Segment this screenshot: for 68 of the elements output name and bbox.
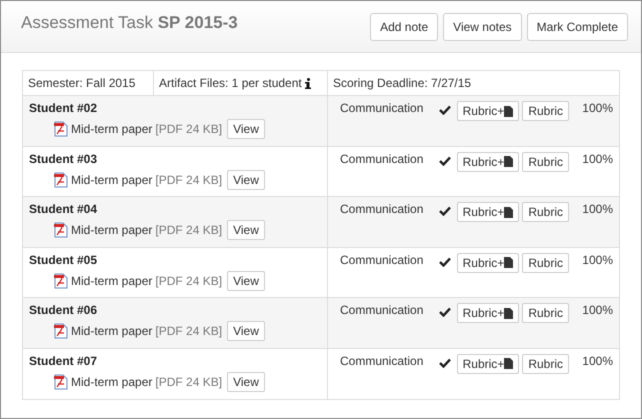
criterion-label: Communication <box>340 252 424 266</box>
view-button[interactable]: View <box>227 220 265 240</box>
document-icon <box>504 206 514 218</box>
pdf-file-icon <box>54 172 68 188</box>
criterion-label: Communication <box>340 202 424 216</box>
score-label: 100% <box>581 152 613 166</box>
document-icon <box>504 257 514 268</box>
student-name: Student #05 <box>29 252 98 266</box>
document-icon <box>504 106 514 116</box>
pdf-file-icon <box>54 121 68 137</box>
file-name: Mid-term paper <box>71 122 152 136</box>
rubric-button[interactable]: Rubric <box>522 101 569 121</box>
info-icon[interactable] <box>304 78 311 88</box>
document-icon <box>504 358 514 369</box>
scoring-deadline-label: Scoring Deadline: 7/27/15 <box>333 76 472 90</box>
document-icon <box>504 156 514 167</box>
rubric-plus-button[interactable]: Rubric+ <box>456 202 520 222</box>
pdf-file-icon <box>54 374 68 390</box>
rubric-button[interactable]: Rubric <box>522 354 569 374</box>
file-name: Mid-term paper <box>71 223 152 237</box>
score-label: 100% <box>581 202 613 216</box>
rubric-plus-button[interactable]: Rubric+ <box>456 101 520 121</box>
file-meta: [PDF 24 KB] <box>155 324 222 338</box>
criterion-label: Communication <box>340 152 424 166</box>
score-label: 100% <box>581 303 613 317</box>
rubric-button[interactable]: Rubric <box>522 303 569 323</box>
header-button[interactable]: Mark Complete <box>526 13 628 41</box>
file-meta: [PDF 24 KB] <box>155 223 222 237</box>
rubric-plus-button[interactable]: Rubric+ <box>456 354 520 374</box>
header-button[interactable]: Add note <box>370 13 438 41</box>
file-name: Mid-term paper <box>71 172 152 186</box>
header-button[interactable]: View notes <box>443 13 522 41</box>
file-meta: [PDF 24 KB] <box>155 274 222 288</box>
score-label: 100% <box>581 354 613 368</box>
criterion-label: Communication <box>340 303 424 317</box>
artifact-files-label: Artifact Files: 1 per student <box>159 76 302 90</box>
file-name: Mid-term paper <box>71 324 152 338</box>
rubric-button[interactable]: Rubric <box>522 152 569 172</box>
score-label: 100% <box>581 101 613 115</box>
pdf-file-icon <box>54 272 68 288</box>
rubric-plus-button[interactable]: Rubric+ <box>456 303 520 323</box>
student-name: Student #06 <box>29 303 98 317</box>
task-title: Assessment Task SP 2015-3 <box>21 13 238 33</box>
rubric-plus-button[interactable]: Rubric+ <box>456 152 520 172</box>
rubric-plus-button[interactable]: Rubric+ <box>456 252 520 272</box>
document-icon <box>504 308 514 318</box>
view-button[interactable]: View <box>227 119 265 139</box>
file-name: Mid-term paper <box>71 274 152 288</box>
criterion-label: Communication <box>340 101 424 115</box>
student-name: Student #04 <box>29 202 98 216</box>
pdf-file-icon <box>54 222 68 238</box>
student-name: Student #03 <box>29 152 98 166</box>
view-button[interactable]: View <box>227 170 265 190</box>
rubric-button[interactable]: Rubric <box>522 252 569 272</box>
student-name: Student #07 <box>29 354 98 368</box>
file-meta: [PDF 24 KB] <box>155 122 222 136</box>
pdf-file-icon <box>54 323 68 339</box>
view-button[interactable]: View <box>227 321 265 341</box>
rubric-button[interactable]: Rubric <box>522 202 569 222</box>
semester-label: Semester: Fall 2015 <box>28 76 136 90</box>
file-meta: [PDF 24 KB] <box>155 172 222 186</box>
view-button[interactable]: View <box>227 372 265 392</box>
criterion-label: Communication <box>340 354 424 368</box>
student-name: Student #02 <box>29 101 98 115</box>
score-label: 100% <box>581 252 613 266</box>
file-name: Mid-term paper <box>71 374 152 388</box>
file-meta: [PDF 24 KB] <box>155 374 222 388</box>
view-button[interactable]: View <box>227 270 265 290</box>
